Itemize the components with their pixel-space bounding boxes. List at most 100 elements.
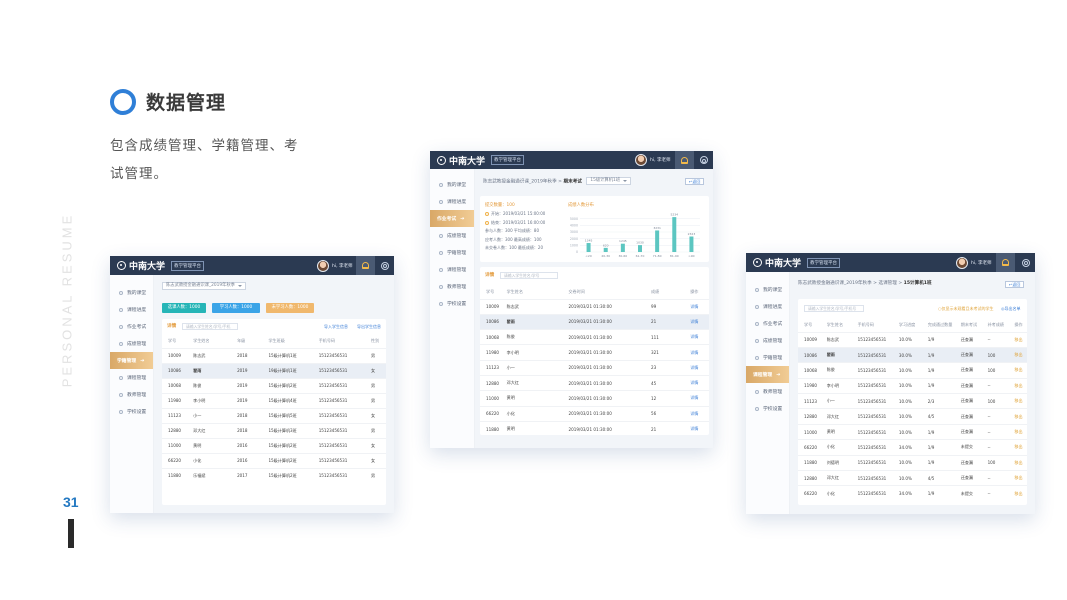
sidebar-item[interactable]: 教师管理 bbox=[430, 278, 474, 295]
table-row[interactable]: 12880 邓大红 2018 15级计算机3班 15123456531 男 bbox=[162, 422, 386, 438]
table-row[interactable]: 66220 小化 15123456531 34.0% 1/9 未提交 -- 移出 bbox=[798, 485, 1027, 502]
learning-count-button[interactable]: 学习人数：1000 bbox=[212, 303, 260, 313]
table-row[interactable]: 10086 翟雨 15123456531 30.0% 1/9 还查漏 100 移出 bbox=[798, 346, 1027, 363]
column-header[interactable]: 学号 bbox=[162, 335, 187, 348]
row-action-link[interactable]: 详情 bbox=[684, 313, 709, 330]
row-action-link[interactable]: 移出 bbox=[1008, 423, 1027, 440]
chart-bar[interactable] bbox=[655, 230, 660, 252]
sidebar-item[interactable]: 学校设置 bbox=[746, 400, 789, 417]
row-action-link[interactable]: 详情 bbox=[684, 344, 709, 361]
table-row[interactable]: 10068 陈俊 2019/03/21 01:30:00 111 详情 bbox=[480, 329, 709, 345]
sidebar-item[interactable]: 课程进度 bbox=[430, 193, 474, 210]
column-header[interactable]: 期末考试 bbox=[955, 319, 982, 332]
user-menu[interactable]: hi, 李老师 bbox=[635, 151, 670, 169]
sidebar-item[interactable]: 课程管理 bbox=[110, 369, 153, 386]
row-action-link[interactable]: 移出 bbox=[1008, 331, 1027, 348]
row-action-link[interactable]: 移出 bbox=[1008, 377, 1027, 394]
sidebar-item[interactable]: 学籍管理 ➔ bbox=[110, 352, 153, 369]
search-input[interactable]: 请输入学生姓名/学号 bbox=[500, 272, 558, 279]
row-action-link[interactable]: 移出 bbox=[1008, 454, 1027, 471]
column-header[interactable]: 手机号码 bbox=[852, 319, 893, 332]
column-header[interactable]: 补考成绩 bbox=[982, 319, 1009, 332]
sidebar-item[interactable]: 学校设置 bbox=[430, 295, 474, 312]
table-row[interactable]: 10068 陈俊 2019 15级计算机2班 15123456531 男 bbox=[162, 377, 386, 393]
table-row[interactable]: 11123 小一 2018 15级计算机5班 15123456531 女 bbox=[162, 407, 386, 423]
row-action-link[interactable]: 详情 bbox=[684, 374, 709, 391]
export-link[interactable]: 导出学生信息 bbox=[357, 324, 381, 330]
column-header[interactable]: 学号 bbox=[798, 319, 821, 332]
enrolled-count-button[interactable]: 选课人数：1000 bbox=[162, 303, 206, 313]
table-row[interactable]: 10086 翟雨 2019/03/21 01:30:00 21 详情 bbox=[480, 313, 709, 330]
sidebar-item[interactable]: 学籍管理 bbox=[430, 244, 474, 261]
export-list-link[interactable]: ◎导出名单 bbox=[1001, 306, 1021, 312]
table-row[interactable]: 11880 乐福斌 2017 15级计算机2班 15123456531 男 bbox=[162, 467, 386, 483]
table-row[interactable]: 10009 陈志武 2018 15级计算机1班 15123456531 男 bbox=[162, 347, 386, 363]
table-row[interactable]: 11123 小一 2019/03/21 01:30:00 23 详情 bbox=[480, 359, 709, 376]
table-row[interactable]: 11000 黄明 2019/03/21 01:30:00 12 详情 bbox=[480, 390, 709, 407]
sidebar-item[interactable]: 课程管理 ➔ bbox=[746, 366, 789, 383]
chart-bar[interactable] bbox=[586, 243, 591, 252]
column-header[interactable]: 学习进度 bbox=[893, 319, 922, 332]
table-row[interactable]: 11880 刘德明 15123456531 10.0% 1/9 还查漏 100 移出 bbox=[798, 454, 1027, 471]
sidebar-item[interactable]: 作业考试 ➔ bbox=[430, 210, 474, 227]
column-header[interactable]: 学生班级 bbox=[262, 335, 312, 348]
user-menu[interactable]: hi, 李老师 bbox=[317, 256, 352, 275]
table-row[interactable]: 11980 李小明 2019/03/21 01:30:00 321 详情 bbox=[480, 344, 709, 361]
row-action-link[interactable]: 移出 bbox=[1008, 393, 1027, 409]
row-action-link[interactable]: 详情 bbox=[684, 298, 709, 315]
table-row[interactable]: 11980 李小明 2019 15级计算机4班 15123456531 男 bbox=[162, 392, 386, 408]
row-action-link[interactable]: 详情 bbox=[684, 359, 709, 376]
search-input[interactable]: 请输入学生姓名/学号/手机 bbox=[182, 323, 238, 330]
table-row[interactable]: 12880 邓大红 15123456531 10.0% 4/5 还查漏 -- 移出 bbox=[798, 408, 1027, 425]
sidebar-item[interactable]: 课程管理 bbox=[430, 261, 474, 278]
column-header[interactable]: 学生姓名 bbox=[821, 319, 852, 332]
column-header[interactable]: 操作 bbox=[1008, 319, 1027, 332]
settings-button[interactable] bbox=[1016, 253, 1035, 272]
table-row[interactable]: 66220 小化 2016 15级计算机2班 15123456531 女 bbox=[162, 452, 386, 468]
settings-button[interactable] bbox=[375, 256, 394, 275]
row-action-link[interactable]: 移出 bbox=[1008, 346, 1027, 363]
sidebar-item[interactable]: 成绩管理 bbox=[746, 332, 789, 349]
table-row[interactable]: 12880 邓大红 15123456531 10.0% 4/5 还查漏 -- 移出 bbox=[798, 470, 1027, 486]
chart-bar[interactable] bbox=[620, 243, 625, 252]
table-row[interactable]: 11000 黄明 15123456531 10.0% 1/9 还查漏 -- 移出 bbox=[798, 423, 1027, 440]
column-header[interactable]: 学生姓名 bbox=[187, 335, 231, 348]
table-row[interactable]: 10009 陈志武 2019/03/21 01:30:00 99 详情 bbox=[480, 298, 709, 315]
notification-button[interactable] bbox=[356, 256, 375, 275]
sidebar-item[interactable]: 成绩管理 bbox=[110, 335, 153, 352]
table-row[interactable]: 11123 小一 15123456531 10.0% 2/3 还查漏 100 移出 bbox=[798, 393, 1027, 409]
chart-bar[interactable] bbox=[603, 247, 608, 252]
column-header[interactable]: 操作 bbox=[684, 285, 709, 299]
sidebar-item[interactable]: 教师管理 bbox=[746, 383, 789, 400]
sidebar-item[interactable]: 学校设置 bbox=[110, 403, 153, 420]
row-action-link[interactable]: 详情 bbox=[684, 390, 709, 407]
table-row[interactable]: 12880 邓大红 2019/03/21 01:30:00 45 详情 bbox=[480, 374, 709, 391]
table-row[interactable]: 10086 翟雨 2019 19级计算机1班 15123456531 女 bbox=[162, 362, 386, 378]
column-header[interactable]: 年级 bbox=[231, 335, 262, 348]
import-link[interactable]: 导入学生信息 bbox=[324, 324, 348, 330]
chart-bar[interactable] bbox=[689, 236, 694, 252]
table-row[interactable]: 11000 黄明 2016 15级计算机2班 15123456531 女 bbox=[162, 437, 386, 453]
sidebar-item[interactable]: 作业考试 bbox=[746, 315, 789, 332]
column-header[interactable]: 学生姓名 bbox=[501, 285, 563, 299]
sidebar-item[interactable]: 课程进度 bbox=[110, 301, 153, 318]
table-row[interactable]: 11880 黄明 2019/03/21 01:30:00 21 详情 bbox=[480, 420, 709, 437]
column-header[interactable]: 交卷时间 bbox=[563, 285, 646, 299]
row-action-link[interactable]: 移出 bbox=[1008, 485, 1027, 502]
column-header[interactable]: 成绩 bbox=[645, 285, 684, 299]
sidebar-item[interactable]: 我的课堂 bbox=[110, 284, 153, 301]
row-action-link[interactable]: 详情 bbox=[684, 405, 709, 422]
table-row[interactable]: 66220 小化 2019/03/21 01:30:00 56 详情 bbox=[480, 405, 709, 422]
back-button[interactable]: ↩返回 bbox=[685, 178, 705, 185]
column-header[interactable]: 手机号码 bbox=[313, 335, 365, 348]
user-menu[interactable]: hi, 李老师 bbox=[956, 253, 991, 272]
sidebar-item[interactable]: 成绩管理 bbox=[430, 227, 474, 244]
row-action-link[interactable]: 移出 bbox=[1008, 470, 1027, 486]
sidebar-item[interactable]: 课程进度 bbox=[746, 298, 789, 315]
sidebar-item[interactable]: 作业考试 bbox=[110, 318, 153, 335]
row-action-link[interactable]: 移出 bbox=[1008, 408, 1027, 425]
notification-button[interactable] bbox=[996, 253, 1015, 272]
row-action-link[interactable]: 详情 bbox=[684, 329, 709, 345]
not-learning-count-button[interactable]: 未学习人数：1000 bbox=[266, 303, 314, 313]
class-select[interactable]: 15级计算机1班 bbox=[586, 177, 632, 185]
